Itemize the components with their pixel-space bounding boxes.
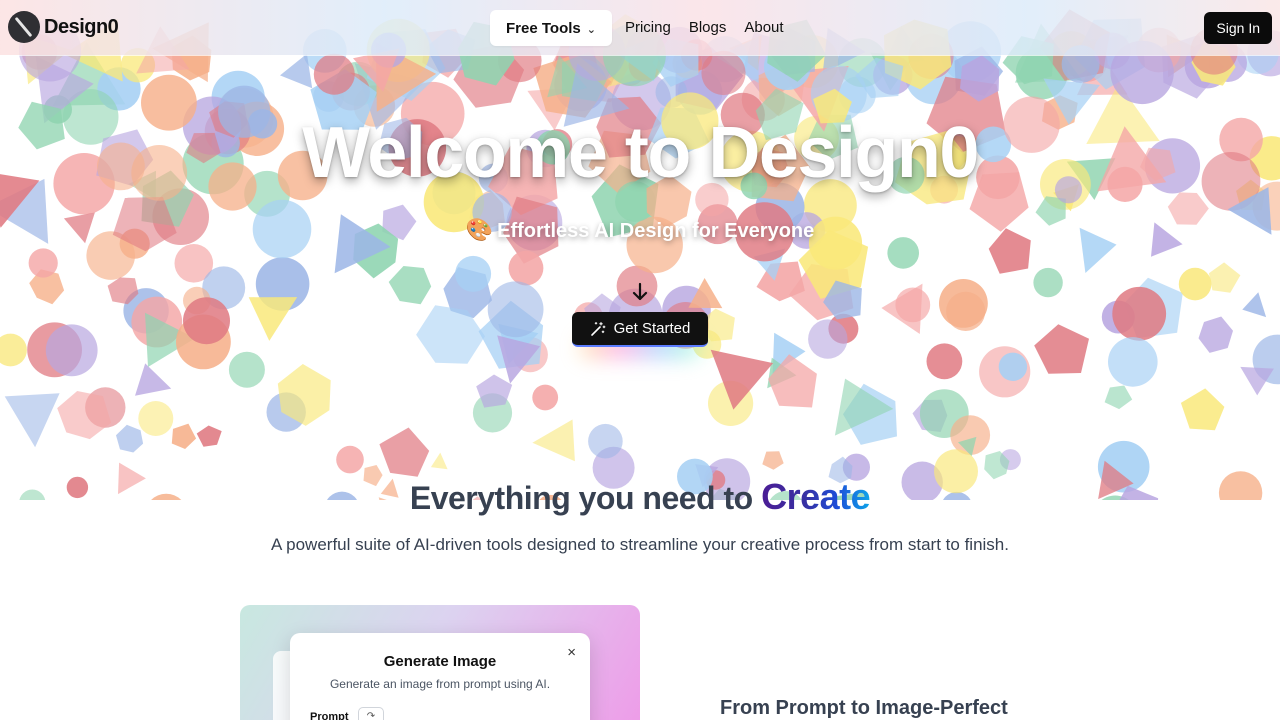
confetti-dot [183, 297, 230, 345]
confetti-dot [1108, 337, 1158, 387]
hero-title: Welcome to Design0 [302, 113, 979, 193]
confetti-shape [248, 297, 298, 341]
confetti-background [0, 9, 1280, 500]
page: Design0 Free Tools ⌄ Pricing Blogs About… [0, 0, 1280, 720]
logo[interactable]: Design0 [8, 11, 119, 43]
feature-card-generate-image: Generate Image Generate an image from pr… [240, 605, 640, 720]
confetti-dot [998, 352, 1028, 381]
confetti-shape [171, 423, 197, 449]
sign-in-button[interactable]: Sign In [1204, 12, 1272, 44]
hero-subtitle-text: Effortless AI Design for Everyone [497, 220, 815, 242]
confetti-dot [1178, 267, 1212, 301]
confetti-dot [1033, 267, 1063, 298]
confetti-shape [388, 266, 432, 305]
top-navbar: Design0 Free Tools ⌄ Pricing Blogs About… [0, 0, 1280, 56]
confetti-dot [138, 401, 174, 436]
confetti-shape [4, 393, 60, 448]
nav-pricing[interactable]: Pricing [625, 10, 671, 46]
confetti-shape [762, 451, 784, 470]
confetti-dot [45, 324, 98, 377]
chevron-down-icon: ⌄ [586, 23, 596, 36]
confetti-dot [336, 445, 364, 474]
attach-icon[interactable]: ↷ [358, 707, 384, 720]
get-started-label: Get Started [613, 320, 691, 337]
confetti-dot [313, 53, 355, 95]
confetti-shape [135, 363, 172, 396]
dialog-title: Generate Image [383, 653, 497, 670]
section-title-prefix: Everything you need to [409, 480, 753, 516]
main-nav: Free Tools ⌄ Pricing Blogs About [490, 10, 784, 46]
confetti-shape [379, 427, 430, 477]
confetti-shape [196, 425, 222, 447]
dialog-description: Generate an image from prompt using AI. [329, 677, 551, 691]
confetti-dot [588, 423, 623, 459]
arrow-down-icon [632, 282, 648, 301]
free-tools-label: Free Tools [506, 19, 581, 37]
confetti-shape [1208, 262, 1241, 293]
section-description: A powerful suite of AI-driven tools desi… [271, 535, 1009, 554]
brush-icon [8, 11, 40, 43]
confetti-shape [1104, 385, 1133, 410]
confetti-shape [1034, 324, 1089, 374]
confetti-dot [532, 384, 559, 411]
confetti-dot [508, 250, 544, 286]
hero-subtitle: 🎨 Effortless AI Design for Everyone [0, 217, 1280, 243]
nav-about[interactable]: About [744, 10, 783, 46]
free-tools-dropdown[interactable]: Free Tools ⌄ [490, 10, 612, 46]
confetti-shape [116, 424, 144, 453]
get-started-button[interactable]: Get Started [572, 312, 708, 347]
section-title: Everything you need to Create [0, 476, 1280, 518]
confetti-shape [1242, 292, 1267, 318]
confetti-dot [946, 291, 986, 331]
magic-wand-icon [590, 321, 606, 336]
close-icon[interactable]: × [567, 645, 576, 661]
prompt-label: Prompt [310, 711, 349, 720]
confetti-dot [0, 333, 27, 367]
confetti-dot [808, 319, 848, 359]
nav-blogs[interactable]: Blogs [689, 10, 727, 46]
confetti-dot [455, 255, 492, 292]
confetti-shape [1198, 316, 1233, 353]
section-title-accent: Create [761, 476, 871, 517]
confetti-dot [228, 351, 265, 388]
palette-icon: 🎨 [465, 217, 494, 242]
confetti-dot [28, 248, 58, 278]
confetti-shape [1180, 388, 1225, 431]
confetti-shape [280, 53, 313, 89]
confetti-shape [881, 283, 923, 334]
confetti-dot [926, 343, 963, 380]
generate-image-dialog: Generate Image Generate an image from pr… [290, 633, 590, 720]
confetti-shape [57, 391, 112, 440]
feature-heading: From Prompt to Image-Perfect [720, 697, 1008, 719]
confetti-shape [430, 452, 448, 470]
confetti-shape [532, 419, 575, 462]
confetti-dot [487, 281, 544, 338]
brand-name: Design0 [44, 15, 119, 38]
confetti-dot [1112, 286, 1167, 341]
